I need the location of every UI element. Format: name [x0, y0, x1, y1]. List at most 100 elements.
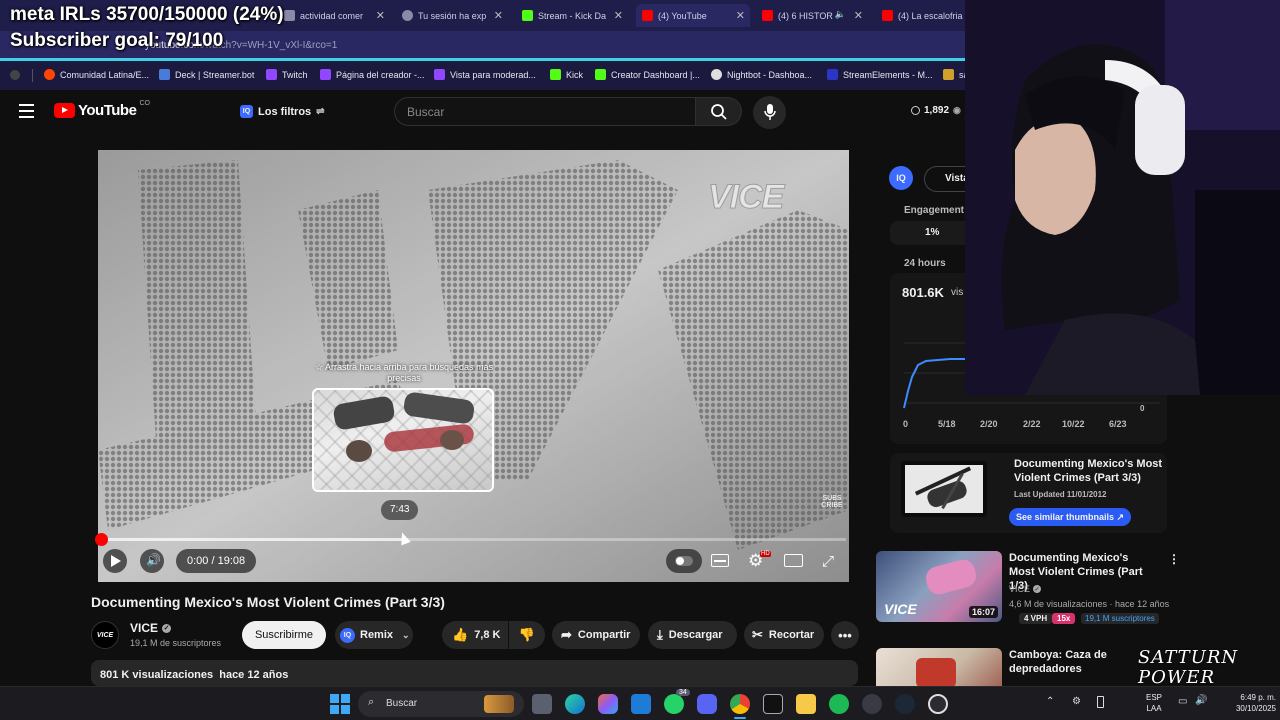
- play-button[interactable]: [103, 549, 127, 573]
- bookmark-item[interactable]: Página del creador -...: [320, 69, 425, 80]
- close-tab-icon[interactable]: ✕: [614, 9, 623, 22]
- volume-icon[interactable]: 🔊: [1195, 695, 1207, 706]
- progress-scrubber[interactable]: [95, 533, 108, 546]
- close-tab-icon[interactable]: ✕: [494, 9, 503, 22]
- bookmark-item[interactable]: Creator Dashboard |...: [595, 69, 700, 80]
- bookmark-item[interactable]: Deck | Streamer.bot: [159, 69, 254, 80]
- dislike-button[interactable]: 👎: [509, 621, 545, 649]
- bookmark-item[interactable]: Vista para moderad...: [434, 69, 536, 80]
- filters-button[interactable]: IQ Los filtros ⇌: [240, 100, 325, 123]
- tab-label: Tu sesión ha exp: [418, 10, 487, 21]
- recommendation-item[interactable]: Camboya: Caza de depredadores: [876, 648, 1176, 686]
- spotify-icon[interactable]: [829, 694, 849, 714]
- youtube-logo[interactable]: YouTube CO: [54, 100, 150, 119]
- multiplier-badge: 15x: [1052, 613, 1076, 624]
- autoplay-toggle[interactable]: [666, 549, 702, 573]
- battery-icon[interactable]: [1097, 696, 1104, 708]
- subscribe-button[interactable]: Suscribirme: [242, 621, 326, 649]
- recommendation-thumbnail[interactable]: [876, 648, 1002, 686]
- folder-icon[interactable]: [796, 694, 816, 714]
- youtube-logo-text: YouTube: [78, 102, 137, 119]
- subscriber-count: 19,1 M de suscriptores: [130, 638, 222, 648]
- theater-icon[interactable]: [784, 554, 803, 567]
- more-options-icon[interactable]: ⋮: [1168, 552, 1180, 566]
- download-button[interactable]: ⤓ Descargar: [648, 621, 737, 649]
- vice-watermark: VICE: [707, 178, 784, 217]
- bookmark-item[interactable]: StreamElements - M...: [827, 69, 933, 80]
- volume-icon: 🔊: [146, 553, 161, 567]
- close-tab-icon[interactable]: ✕: [854, 9, 863, 22]
- browser-tab[interactable]: (4) La escalofria: [876, 4, 965, 27]
- edge-icon[interactable]: [565, 694, 585, 714]
- settings-icon[interactable]: [862, 694, 882, 714]
- chevron-up-icon[interactable]: ⌃: [1046, 696, 1054, 707]
- voice-search-button[interactable]: [753, 96, 786, 129]
- browser-tab-active[interactable]: (4) YouTube ✕: [636, 4, 750, 27]
- taskbar-search[interactable]: ⌕ Buscar: [358, 691, 524, 717]
- like-button[interactable]: 👍 7,8 K: [442, 621, 508, 649]
- bookmark-item[interactable]: Twitch: [266, 69, 308, 80]
- browser-tab[interactable]: Tu sesión ha exp ✕: [396, 4, 508, 27]
- capcut-icon[interactable]: [763, 694, 783, 714]
- whatsapp-icon[interactable]: [664, 694, 684, 714]
- bookmark-item[interactable]: Kick: [550, 69, 583, 80]
- chart-x-label: 2/20: [980, 419, 998, 429]
- webcam-overlay: [965, 0, 1280, 395]
- twitch-icon: [320, 69, 331, 80]
- clock[interactable]: 6:49 p. m. 30/10/2025: [1214, 692, 1276, 714]
- share-button[interactable]: ➦ Compartir: [552, 621, 640, 649]
- tab-label: (4) La escalofria: [898, 10, 963, 21]
- copilot-icon[interactable]: [598, 694, 618, 714]
- obs-icon[interactable]: [928, 694, 948, 714]
- youtube-header: YouTube CO IQ Los filtros ⇌ Buscar 1,892…: [0, 90, 965, 134]
- apps-icon[interactable]: [10, 70, 20, 80]
- chart-x-label: 5/18: [938, 419, 956, 429]
- video-player[interactable]: VICE ☆ Arrastra hacia arriba para búsque…: [98, 150, 849, 582]
- steam-icon[interactable]: [895, 694, 915, 714]
- chrome-icon[interactable]: [730, 694, 750, 714]
- close-tab-icon[interactable]: ✕: [376, 9, 385, 22]
- kick-icon: [595, 69, 606, 80]
- channel-avatar[interactable]: VICE: [91, 621, 119, 649]
- browser-tab[interactable]: Stream - Kick Da ✕: [516, 4, 628, 27]
- menu-icon[interactable]: [19, 104, 34, 118]
- description-box[interactable]: 801 K visualizaciones hace 12 años: [91, 660, 858, 686]
- browser-tab[interactable]: (4) 6 HISTOR 🔈 ✕: [756, 4, 868, 27]
- recommendation-thumbnail[interactable]: VICE 16:07: [876, 551, 1002, 622]
- subtitles-icon[interactable]: [711, 554, 729, 567]
- see-similar-button[interactable]: See similar thumbnails ↗: [1009, 508, 1132, 526]
- chart-x-label: 6/23: [1109, 419, 1127, 429]
- more-icon: •••: [838, 627, 852, 643]
- recommendation-title[interactable]: Camboya: Caza de depredadores: [1009, 648, 1129, 676]
- bookmark-label: Deck | Streamer.bot: [175, 69, 255, 80]
- last-updated: Last Updated 11/01/2012: [1014, 490, 1107, 499]
- network-icon[interactable]: ▭: [1178, 696, 1187, 707]
- recommendation-channel[interactable]: VICE ✓: [1009, 584, 1042, 594]
- language-indicator[interactable]: ESP LAA: [1146, 692, 1162, 714]
- vidiq-badge[interactable]: IQ: [889, 166, 913, 190]
- scissors-icon: ✂: [752, 627, 763, 642]
- channel-name[interactable]: VICE ✓: [130, 621, 172, 635]
- fullscreen-icon[interactable]: ⤢: [822, 553, 834, 570]
- bookmark-item[interactable]: Nightbot - Dashboa...: [711, 69, 812, 80]
- bookmark-item[interactable]: Comunidad Latina/E...: [44, 69, 149, 80]
- engagement-value: 1%: [925, 227, 940, 238]
- more-actions-button[interactable]: •••: [831, 621, 859, 649]
- volume-button[interactable]: 🔊: [140, 549, 164, 573]
- search-input[interactable]: Buscar: [394, 97, 696, 126]
- discord-icon[interactable]: [697, 694, 717, 714]
- search-highlight-icon: [484, 695, 514, 713]
- tray-icon[interactable]: ⚙: [1072, 696, 1081, 707]
- search-button[interactable]: [696, 97, 742, 126]
- period-label: 24 hours: [904, 258, 946, 269]
- bookmark-label: Comunidad Latina/E...: [60, 69, 150, 80]
- clip-button[interactable]: ✂ Recortar: [744, 621, 824, 649]
- start-icon[interactable]: [330, 694, 350, 714]
- browser-tab[interactable]: actividad comer ✕: [278, 4, 390, 27]
- outlook-icon[interactable]: [631, 694, 651, 714]
- close-tab-icon[interactable]: ✕: [736, 9, 745, 22]
- view-counter: 1,892 ◉: [911, 105, 961, 116]
- remix-button[interactable]: IQ Remix ⌄: [335, 621, 413, 649]
- recommendation-item[interactable]: VICE 16:07 Documenting Mexico's Most Vio…: [876, 551, 1180, 624]
- file-manager-icon[interactable]: [532, 694, 552, 714]
